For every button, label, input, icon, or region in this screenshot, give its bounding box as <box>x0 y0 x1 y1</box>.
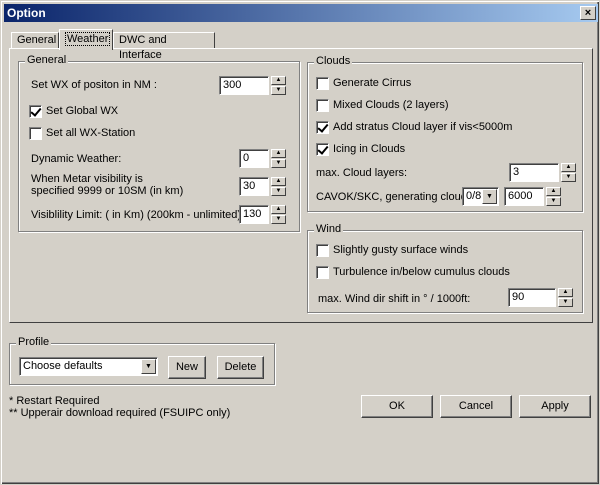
tab-general-label: General <box>17 34 57 46</box>
max-wind-shift-input[interactable]: 90 <box>508 288 556 307</box>
chevron-down-icon[interactable]: ▼ <box>482 189 497 204</box>
delete-profile-button[interactable]: Delete <box>217 356 264 379</box>
gusty-winds-checkbox[interactable] <box>316 244 329 257</box>
cancel-button[interactable]: Cancel <box>440 395 512 418</box>
mixed-clouds-label: Mixed Clouds (2 layers) <box>333 99 449 111</box>
icing-checkbox[interactable] <box>316 143 329 156</box>
visibility-limit-label: Visiblility Limit: ( in Km) (200km - unl… <box>31 209 242 221</box>
dynamic-weather-label: Dynamic Weather: <box>31 153 122 165</box>
spin-down-icon[interactable]: ▼ <box>558 298 573 307</box>
max-cloud-layers-label: max. Cloud layers: <box>316 167 408 179</box>
upperair-note: ** Upperair download required (FSUIPC on… <box>9 407 231 419</box>
turbulence-checkbox[interactable] <box>316 266 329 279</box>
cavok-label: CAVOK/SKC, generating clouds <box>316 191 473 203</box>
spin-up-icon[interactable]: ▲ <box>561 163 576 172</box>
spin-up-icon[interactable]: ▲ <box>546 187 561 196</box>
spin-up-icon[interactable]: ▲ <box>271 205 286 214</box>
cavok-select[interactable]: 0/8 ▼ <box>462 187 499 206</box>
metar-visibility-spinner[interactable]: ▲ ▼ <box>271 177 286 196</box>
max-cloud-layers-input[interactable]: 3 <box>509 163 559 182</box>
cavok-select-value: 0/8 <box>466 190 482 202</box>
apply-button[interactable]: Apply <box>519 395 591 418</box>
spin-down-icon[interactable]: ▼ <box>271 215 286 224</box>
spin-down-icon[interactable]: ▼ <box>546 197 561 206</box>
metar-visibility-input[interactable]: 30 <box>239 177 269 196</box>
tab-weather-label: Weather <box>65 32 111 46</box>
spin-up-icon[interactable]: ▲ <box>271 149 286 158</box>
cavok-value-spinner[interactable]: ▲ ▼ <box>546 187 561 206</box>
spin-down-icon[interactable]: ▼ <box>561 173 576 182</box>
general-group-title: General <box>25 54 69 66</box>
metar-visibility-label-line2: specified 9999 or 10SM (in km) <box>31 185 184 197</box>
tab-general[interactable]: General <box>11 32 59 49</box>
set-all-wx-station-checkbox[interactable] <box>29 127 42 140</box>
close-icon: × <box>584 7 592 19</box>
new-profile-button[interactable]: New <box>168 356 206 379</box>
close-button[interactable]: × <box>580 6 596 20</box>
wx-position-spinner[interactable]: ▲ ▼ <box>271 76 286 95</box>
add-stratus-checkbox[interactable] <box>316 121 329 134</box>
title-bar: Option × <box>4 4 598 22</box>
cavok-value-input[interactable]: 6000 <box>504 187 544 206</box>
chevron-down-icon[interactable]: ▼ <box>141 359 156 374</box>
ok-button[interactable]: OK <box>361 395 433 418</box>
turbulence-label: Turbulence in/below cumulus clouds <box>333 266 510 278</box>
profile-select[interactable]: Choose defaults ▼ <box>19 357 158 376</box>
profile-select-value: Choose defaults <box>23 360 103 372</box>
set-all-wx-station-label: Set all WX-Station <box>46 127 136 139</box>
dynamic-weather-input[interactable]: 0 <box>239 149 269 168</box>
max-wind-shift-label: max. Wind dir shift in ° / 1000ft: <box>318 293 471 305</box>
wx-position-input[interactable]: 300 <box>219 76 269 95</box>
tab-dwc-interface[interactable]: DWC and Interface <box>113 32 215 61</box>
profile-group-title: Profile <box>16 336 52 348</box>
wind-group-title: Wind <box>314 223 344 235</box>
icing-label: Icing in Clouds <box>333 143 406 155</box>
max-wind-shift-spinner[interactable]: ▲ ▼ <box>558 288 573 307</box>
spin-up-icon[interactable]: ▲ <box>271 76 286 85</box>
option-dialog: Option × General Weather DWC and Interfa… <box>0 0 600 485</box>
visibility-limit-spinner[interactable]: ▲ ▼ <box>271 205 286 224</box>
visibility-limit-input[interactable]: 130 <box>239 205 269 224</box>
max-cloud-layers-spinner[interactable]: ▲ ▼ <box>561 163 576 182</box>
add-stratus-label: Add stratus Cloud layer if vis<5000m <box>333 121 513 133</box>
spin-down-icon[interactable]: ▼ <box>271 86 286 95</box>
metar-visibility-label-line1: When Metar visibility is <box>31 173 143 185</box>
spin-down-icon[interactable]: ▼ <box>271 187 286 196</box>
generate-cirrus-label: Generate Cirrus <box>333 77 412 89</box>
gusty-winds-label: Slightly gusty surface winds <box>333 244 469 256</box>
spin-up-icon[interactable]: ▲ <box>271 177 286 186</box>
set-global-wx-label: Set Global WX <box>46 105 119 117</box>
mixed-clouds-checkbox[interactable] <box>316 99 329 112</box>
set-global-wx-checkbox[interactable] <box>29 105 42 118</box>
spin-up-icon[interactable]: ▲ <box>558 288 573 297</box>
dynamic-weather-spinner[interactable]: ▲ ▼ <box>271 149 286 168</box>
generate-cirrus-checkbox[interactable] <box>316 77 329 90</box>
window-title: Option <box>7 6 46 20</box>
wx-position-label: Set WX of positon in NM : <box>31 79 157 91</box>
spin-down-icon[interactable]: ▼ <box>271 159 286 168</box>
tab-weather[interactable]: Weather <box>59 29 113 50</box>
clouds-group-title: Clouds <box>314 55 353 67</box>
restart-note: * Restart Required <box>9 395 100 407</box>
